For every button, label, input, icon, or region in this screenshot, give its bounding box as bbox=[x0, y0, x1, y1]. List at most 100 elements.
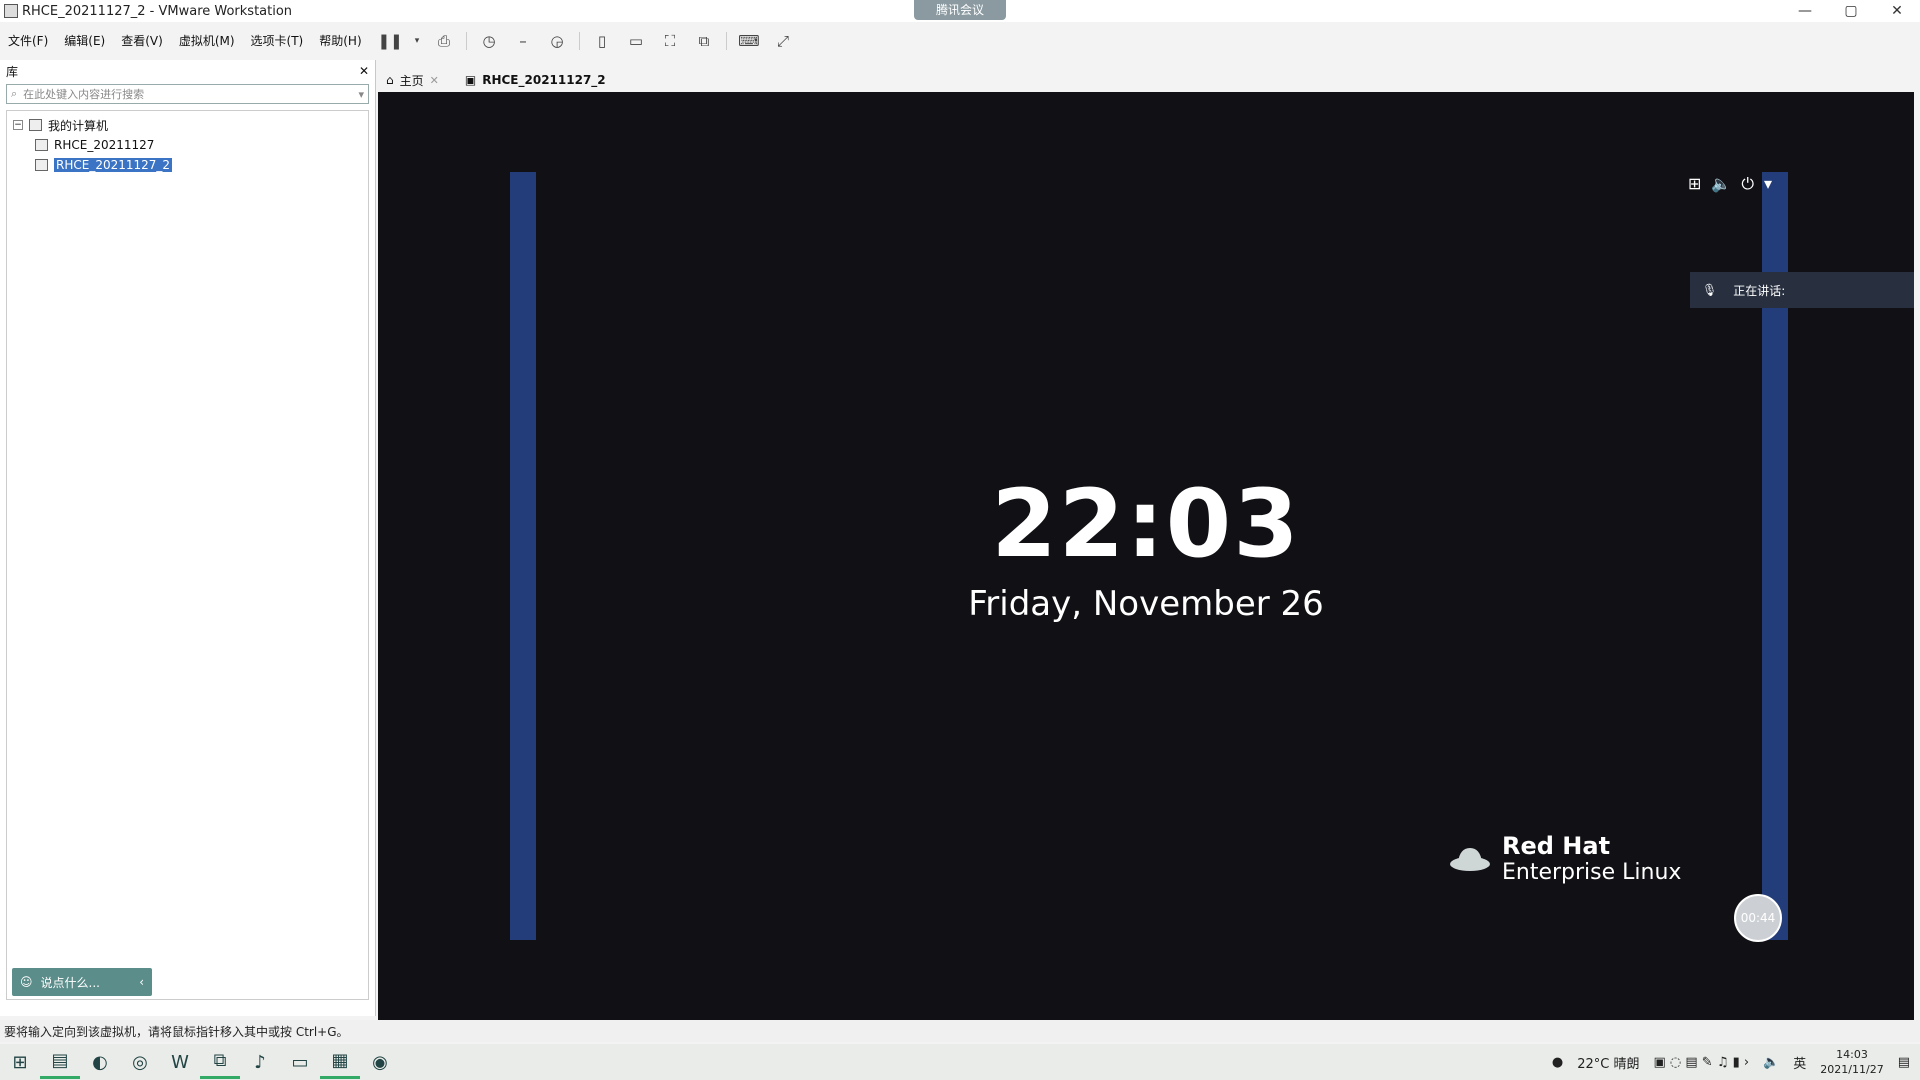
toolbar: ❚❚ ▾ ⎙ ◷ – ◶ ▯ ▭ ⛶ ⧉ ⌨ ⤢ bbox=[377, 28, 795, 54]
meeting-icon[interactable]: ◉ bbox=[360, 1045, 400, 1079]
menu-tabs[interactable]: 选项卡(T) bbox=[243, 32, 312, 49]
chevron-down-icon: ▾ bbox=[1763, 174, 1772, 193]
computer-icon bbox=[29, 119, 42, 131]
library-tree: − 我的计算机 RHCE_20211127 RHCE_20211127_2 bbox=[6, 110, 369, 1000]
snapshot-manager-icon[interactable]: ◶ bbox=[545, 30, 569, 52]
vmware-app-icon bbox=[4, 4, 18, 18]
ime-indicator[interactable]: 英 bbox=[1793, 1053, 1806, 1072]
home-icon: ⌂ bbox=[386, 73, 394, 87]
logo-line2: Enterprise Linux bbox=[1502, 860, 1682, 885]
speaking-indicator: 🎙 正在讲话: bbox=[1690, 272, 1914, 308]
chrome-icon[interactable]: ◎ bbox=[120, 1045, 160, 1079]
menu-bar: 文件(F) 编辑(E) 查看(V) 虚拟机(M) 选项卡(T) 帮助(H) bbox=[0, 26, 370, 54]
tree-item-label: RHCE_20211127_2 bbox=[54, 158, 173, 172]
fullscreen-icon[interactable]: ⛶ bbox=[658, 30, 682, 52]
collapse-chat-icon[interactable]: ‹ bbox=[139, 975, 144, 989]
send-keys-icon[interactable]: ⎙ bbox=[432, 30, 456, 52]
tree-item-rhce-1[interactable]: RHCE_20211127 bbox=[7, 135, 368, 155]
library-panel: 库 ✕ ⌕ 在此处键入内容进行搜索 ▾ − 我的计算机 RHCE_2021112… bbox=[0, 60, 376, 1016]
tree-root[interactable]: − 我的计算机 bbox=[7, 115, 368, 135]
volume-icon: 🔈 bbox=[1711, 174, 1732, 193]
stretch-icon[interactable]: ⤢ bbox=[771, 30, 795, 52]
menu-vm[interactable]: 虚拟机(M) bbox=[171, 32, 243, 49]
photos-icon[interactable]: ▦ bbox=[320, 1045, 360, 1079]
tray-date: 2021/11/27 bbox=[1820, 1063, 1884, 1076]
tree-root-label: 我的计算机 bbox=[48, 118, 109, 133]
lock-screen-time: 22:03 bbox=[991, 470, 1301, 579]
edge-icon[interactable]: ◐ bbox=[80, 1045, 120, 1079]
pause-icon[interactable]: ❚❚ bbox=[377, 30, 402, 52]
system-tray: ● 22°C 晴朗 ▣ ◌ ▤ ✎ ♫ ▮ › 🔈 英 14:03 2021/1… bbox=[1552, 1044, 1910, 1080]
close-button[interactable]: ✕ bbox=[1874, 0, 1920, 22]
console-icon[interactable]: ⌨ bbox=[737, 30, 761, 52]
status-bar: 要将输入定向到该虚拟机，请将鼠标指针移入其中或按 Ctrl+G。 bbox=[0, 1020, 1920, 1042]
tree-item-rhce-2[interactable]: RHCE_20211127_2 bbox=[7, 155, 368, 175]
network-icon: ⊞ bbox=[1687, 174, 1702, 193]
snapshot-icon[interactable]: ◷ bbox=[477, 30, 501, 52]
tab-bar: ⌂ 主页 ✕ ▣ RHCE_20211127_2 bbox=[380, 68, 612, 92]
tray-clock[interactable]: 14:03 2021/11/27 bbox=[1820, 1047, 1883, 1077]
meeting-timer[interactable]: 00:44 bbox=[1734, 894, 1782, 942]
logo-line1: Red Hat bbox=[1502, 832, 1611, 860]
redhat-hat-icon bbox=[1450, 847, 1490, 871]
weather-text[interactable]: 22°C 晴朗 bbox=[1577, 1053, 1639, 1072]
bird-icon[interactable]: ♪ bbox=[240, 1045, 280, 1079]
volume-icon[interactable]: 🔈 bbox=[1763, 1055, 1779, 1070]
library-title: 库 bbox=[6, 64, 19, 79]
chat-input[interactable]: ☺ 说点什么... ‹ bbox=[12, 968, 152, 996]
app-icon-1[interactable]: ▤ bbox=[40, 1045, 80, 1079]
power-icon: ⏻ bbox=[1741, 174, 1754, 193]
dropdown-arrow-icon[interactable]: ▾ bbox=[412, 30, 422, 52]
vm-tab-icon: ▣ bbox=[464, 73, 477, 87]
tab-home[interactable]: ⌂ 主页 ✕ bbox=[380, 72, 445, 89]
vm-icon bbox=[35, 139, 48, 151]
vm-running-icon bbox=[35, 159, 48, 171]
status-message: 要将输入定向到该虚拟机，请将鼠标指针移入其中或按 Ctrl+G。 bbox=[4, 1024, 349, 1039]
toolbar-divider bbox=[726, 32, 727, 50]
thumbnail-icon[interactable]: ▭ bbox=[624, 30, 648, 52]
toolbar-divider bbox=[466, 32, 467, 50]
search-input[interactable]: 在此处键入内容进行搜索 bbox=[23, 86, 358, 102]
tree-item-label: RHCE_20211127 bbox=[54, 138, 155, 152]
windows-start-icon[interactable]: ⊞ bbox=[0, 1045, 40, 1079]
library-close-icon[interactable]: ✕ bbox=[359, 64, 369, 78]
file-explorer-icon[interactable]: ▭ bbox=[280, 1045, 320, 1079]
vmware-icon[interactable]: ⧉ bbox=[200, 1045, 240, 1079]
restore-snapshot-icon[interactable]: – bbox=[511, 30, 535, 52]
windows-taskbar: ⊞ ▤ ◐ ◎ W ⧉ ♪ ▭ ▦ ◉ ● 22°C 晴朗 ▣ ◌ ▤ ✎ ♫ … bbox=[0, 1044, 1920, 1080]
maximize-button[interactable]: ▢ bbox=[1828, 0, 1874, 22]
system-menu[interactable]: ⊞ 🔈 ⏻ ▾ bbox=[1688, 174, 1772, 194]
notification-icon[interactable]: ▤ bbox=[1898, 1055, 1910, 1070]
menu-help[interactable]: 帮助(H) bbox=[311, 32, 369, 49]
weather-icon: ● bbox=[1551, 1054, 1564, 1070]
unity-icon[interactable]: ⧉ bbox=[692, 30, 716, 52]
tab-close-icon[interactable]: ✕ bbox=[430, 74, 439, 87]
menu-view[interactable]: 查看(V) bbox=[113, 32, 171, 49]
tab-label: 主页 bbox=[399, 73, 424, 88]
vm-console[interactable]: ⊞ 🔈 ⏻ ▾ 🎙 正在讲话: 22:03 Friday, November 2… bbox=[378, 92, 1914, 1020]
tab-vm[interactable]: ▣ RHCE_20211127_2 bbox=[459, 73, 612, 87]
tab-label: RHCE_20211127_2 bbox=[482, 73, 606, 87]
collapse-icon[interactable]: − bbox=[13, 120, 23, 130]
microphone-icon: 🎙 bbox=[1702, 283, 1718, 297]
redhat-logo: Red Hat Enterprise Linux bbox=[1448, 832, 1681, 885]
tray-time: 14:03 bbox=[1836, 1048, 1868, 1061]
library-header: 库 ✕ bbox=[0, 60, 375, 82]
window-controls: — ▢ ✕ bbox=[1782, 0, 1920, 22]
chat-placeholder: 说点什么... bbox=[40, 975, 100, 990]
search-icon: ⌕ bbox=[11, 87, 18, 100]
menu-file[interactable]: 文件(F) bbox=[0, 32, 56, 49]
lock-screen-date: Friday, November 26 bbox=[968, 584, 1324, 624]
emoji-icon[interactable]: ☺ bbox=[20, 975, 33, 989]
minimize-button[interactable]: — bbox=[1782, 0, 1828, 22]
toolbar-divider bbox=[579, 32, 580, 50]
wps-icon[interactable]: W bbox=[160, 1045, 200, 1079]
meeting-tag[interactable]: 腾讯会议 bbox=[914, 0, 1006, 20]
sidebar-icon[interactable]: ▯ bbox=[590, 30, 614, 52]
tray-icons[interactable]: ▣ ◌ ▤ ✎ ♫ ▮ › bbox=[1653, 1055, 1749, 1070]
menu-edit[interactable]: 编辑(E) bbox=[56, 32, 113, 49]
chevron-down-icon[interactable]: ▾ bbox=[358, 88, 364, 101]
window-title: RHCE_20211127_2 - VMware Workstation bbox=[22, 3, 293, 19]
speaking-label: 正在讲话: bbox=[1733, 283, 1786, 298]
library-search[interactable]: ⌕ 在此处键入内容进行搜索 ▾ bbox=[6, 84, 369, 104]
